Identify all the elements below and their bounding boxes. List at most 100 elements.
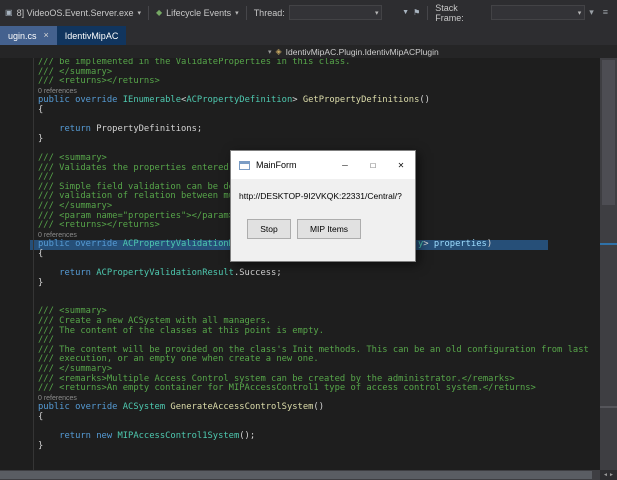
scroll-left-icon[interactable]: ◄ — [603, 472, 608, 478]
form-icon — [239, 160, 250, 170]
tab-identivmipac[interactable]: IdentivMipAC — [56, 26, 127, 45]
chevron-down-icon: ▾ — [268, 48, 272, 56]
scrollbar-corner: ◄ ► — [600, 470, 617, 480]
code-token: /// The content will be provided on the … — [38, 344, 589, 355]
code-token: /// </summary> — [38, 66, 113, 77]
stack-frame-select[interactable]: ▾ — [491, 5, 586, 20]
code-token: ) — [486, 239, 493, 250]
code-line: /// The content of the classes at this p… — [0, 326, 600, 337]
document-tabstrip: ugin.cs × IdentivMipAC — [0, 25, 617, 45]
toolbar-overflow-icon[interactable]: ≡ — [603, 8, 608, 17]
chevron-down-icon: ▾ — [235, 9, 239, 17]
dialog-title: MainForm — [256, 160, 297, 170]
scrollbar-caret-marker — [600, 243, 617, 245]
dialog-body: http://DESKTOP-9I2VKQK:22331/Central/? S… — [231, 179, 415, 261]
code-line: { — [0, 105, 600, 116]
process-combo[interactable]: ▣ 8] VideoOS.Event.Server.exe ▾ — [5, 8, 141, 18]
code-line: } — [0, 134, 600, 145]
code-token: properties — [433, 239, 487, 250]
chevron-down-icon: ▾ — [577, 9, 582, 17]
horizontal-scrollbar[interactable] — [0, 470, 600, 480]
code-token: GenerateAccessControlSystem — [170, 402, 314, 413]
code-token: { — [38, 411, 44, 422]
navigation-bar[interactable]: ▾ ◈ IdentivMipAC.Plugin.IdentivMipACPlug… — [0, 45, 617, 58]
code-token: ACSystem — [122, 402, 166, 413]
code-token: GetPropertyDefinitions — [302, 95, 420, 106]
dialog-titlebar[interactable]: MainForm ─ □ ✕ — [231, 151, 415, 179]
toolbar-separator — [245, 5, 247, 20]
code-token: /// <remarks>Multiple Access Control sys… — [38, 373, 515, 384]
minimize-button[interactable]: ─ — [331, 151, 359, 179]
flag-threads-icon[interactable]: ⚑ — [413, 8, 420, 17]
code-line: return PropertyDefinitions; — [0, 124, 600, 135]
code-line: /// <returns></returns> — [0, 76, 600, 87]
scroll-right-icon[interactable]: ► — [609, 472, 614, 478]
code-line: public override ACSystem GenerateAccessC… — [0, 403, 600, 413]
code-token: /// execution, or an empty one when crea… — [38, 354, 319, 365]
close-icon[interactable]: × — [44, 31, 49, 40]
code-token: { — [38, 248, 44, 259]
code-token: > — [292, 95, 303, 106]
process-name-label: 8] VideoOS.Event.Server.exe — [16, 7, 134, 18]
indent-guide — [33, 58, 34, 470]
code-token: /// — [38, 335, 54, 346]
code-token: /// <returns></returns> — [38, 76, 160, 87]
mip-items-button[interactable]: MIP Items — [297, 219, 361, 239]
code-token: public override — [38, 95, 123, 106]
code-token: public override — [38, 402, 123, 413]
horizontal-scrollbar-thumb[interactable] — [0, 471, 592, 479]
breadcrumb: IdentivMipAC.Plugin.IdentivMipACPlugin — [285, 46, 439, 57]
process-icon: ▣ — [5, 7, 13, 17]
close-button[interactable]: ✕ — [387, 151, 415, 179]
vertical-scrollbar[interactable] — [600, 58, 617, 470]
chevron-down-icon: ▾ — [374, 9, 379, 17]
code-token: () — [313, 402, 325, 413]
toolbar-separator — [427, 5, 429, 20]
code-token: /// <returns></returns> — [38, 220, 160, 231]
lifecycle-events-label: Lifecycle Events — [166, 7, 232, 18]
code-token: /// Create a new ACSystem with all manag… — [38, 316, 272, 327]
code-token: public override — [38, 239, 123, 250]
code-token: /// — [38, 172, 54, 183]
code-line: /// <returns>An empty container for MIPA… — [0, 383, 600, 394]
vertical-scrollbar-thumb[interactable] — [602, 60, 615, 205]
code-token: ACPropertyDefinition — [186, 95, 293, 106]
stop-button[interactable]: Stop — [247, 219, 291, 239]
code-token: /// <returns>An empty container for MIPA… — [38, 383, 536, 394]
chevron-down-icon[interactable]: ▾ — [589, 8, 594, 17]
code-token: /// Validates the properties entered by — [38, 162, 245, 173]
tab-label: IdentivMipAC — [64, 30, 119, 41]
tab-plugin-cs[interactable]: ugin.cs × — [0, 26, 57, 45]
maximize-button[interactable]: □ — [359, 151, 387, 179]
code-token: ACPropertyValidationResult — [96, 268, 234, 279]
code-token: /// Simple field validation can be defin — [38, 181, 250, 192]
code-editor[interactable]: /// be implemented in the ValidateProper… — [0, 58, 600, 470]
caption-buttons: ─ □ ✕ — [331, 151, 415, 179]
code-line: } — [0, 441, 600, 452]
code-token: /// validation of relation between multi… — [38, 191, 256, 202]
code-line: { — [0, 411, 600, 423]
server-url-label: http://DESKTOP-9I2VKQK:22331/Central/? — [239, 191, 402, 201]
thread-select[interactable]: ▾ — [288, 5, 383, 20]
code-token: MIPAccessControl1System — [117, 431, 240, 442]
lifecycle-events-button[interactable]: ◆ Lifecycle Events ▾ — [156, 8, 239, 18]
code-token: } — [38, 277, 44, 288]
filter-threads-icon[interactable]: ▼ — [402, 9, 409, 16]
code-token: /// <summary> — [38, 152, 107, 163]
code-token: /// <param name="properties"></param> — [38, 210, 234, 221]
chevron-down-icon: ▾ — [137, 9, 141, 17]
code-token: return — [59, 268, 91, 279]
code-line: return ACPropertyValidationResult.Succes… — [0, 268, 600, 279]
code-token: return — [59, 124, 91, 135]
code-token: /// </summary> — [38, 200, 113, 211]
code-token: /// </summary> — [38, 364, 113, 374]
debug-toolbar: ▣ 8] VideoOS.Event.Server.exe ▾ ◆ Lifecy… — [0, 0, 617, 25]
code-token: () — [419, 95, 430, 106]
scrollbar-marker — [600, 406, 617, 408]
